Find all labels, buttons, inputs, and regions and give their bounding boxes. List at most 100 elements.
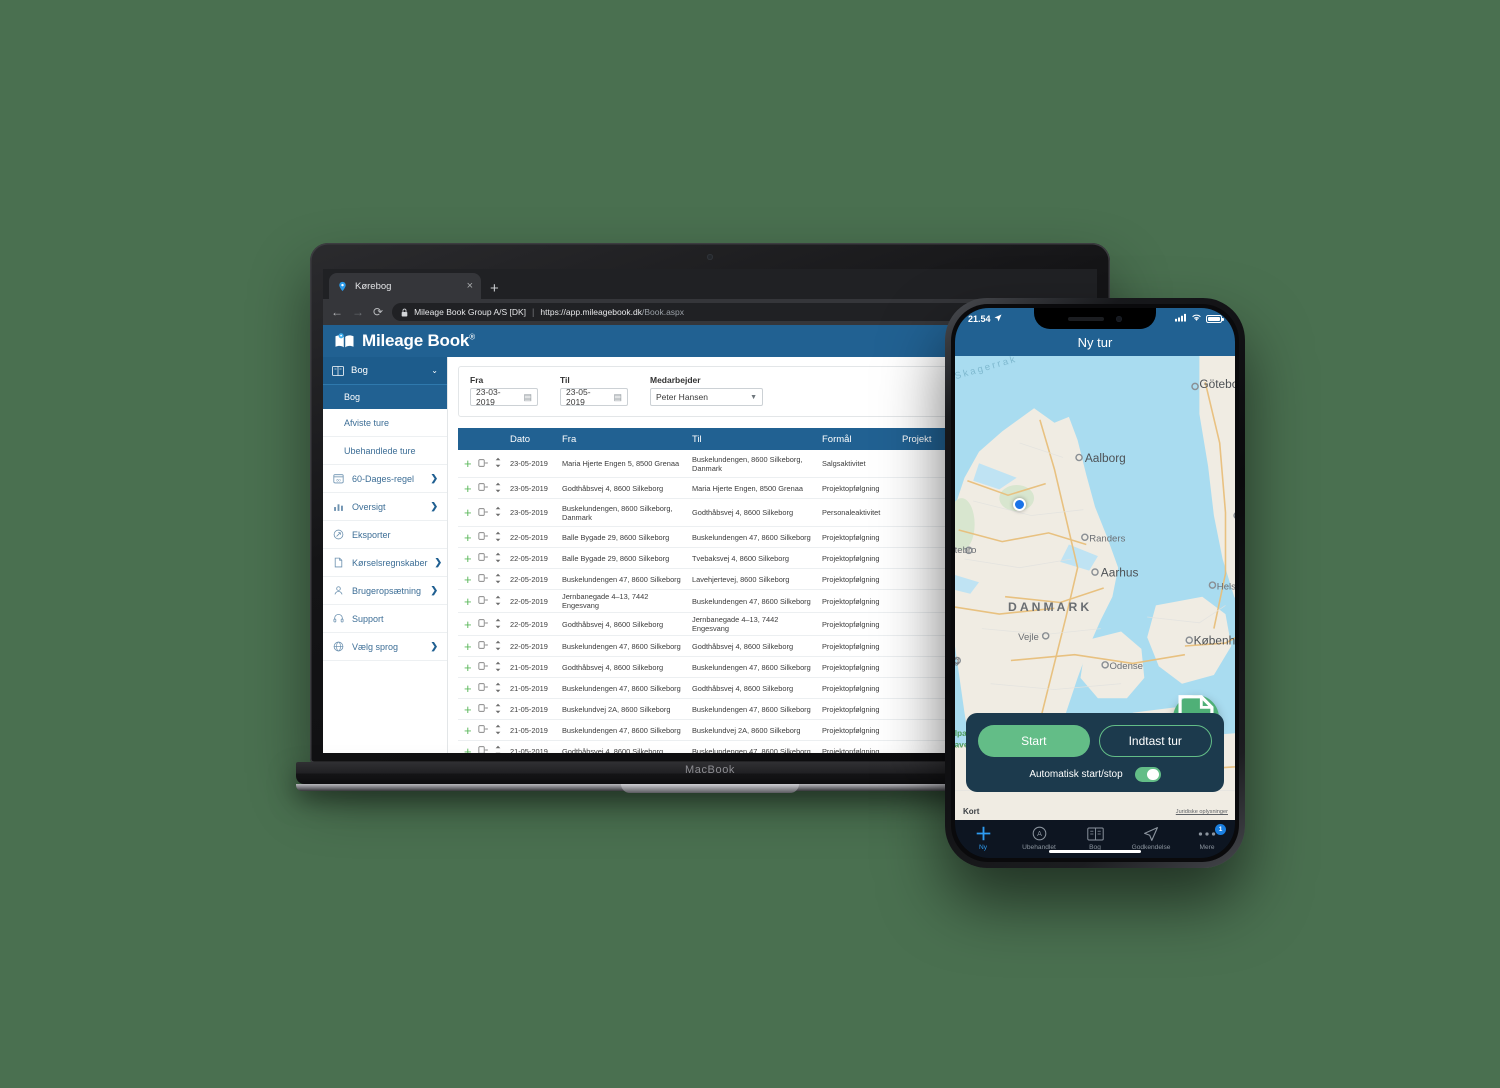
sidebar-item-bog-active[interactable]: Bog bbox=[323, 384, 447, 409]
swap-direction-icon[interactable] bbox=[494, 640, 502, 653]
legal-info-link[interactable]: Juridiske oplysninger bbox=[1176, 809, 1228, 815]
swap-direction-icon[interactable] bbox=[494, 531, 502, 544]
sidebar-item-oversigt[interactable]: Oversigt ❯ bbox=[323, 493, 447, 521]
status-right bbox=[1175, 313, 1224, 324]
back-button[interactable]: ← bbox=[331, 306, 343, 318]
sidebar-item-eksporter[interactable]: Eksporter bbox=[323, 521, 447, 549]
cell-dato: 21-05-2019 bbox=[510, 746, 548, 754]
macbook-brand-label: MacBook bbox=[684, 764, 736, 776]
table-header-til: Til bbox=[692, 433, 702, 445]
device-icon[interactable] bbox=[478, 553, 488, 563]
sidebar-item-afviste-ture[interactable]: Afviste ture bbox=[323, 409, 447, 437]
device-icon[interactable] bbox=[478, 507, 488, 518]
map-city-label: Randers bbox=[1089, 534, 1125, 545]
add-row-icon[interactable]: + bbox=[464, 745, 472, 754]
home-indicator[interactable] bbox=[1049, 849, 1141, 853]
sidebar-item-vaelg-sprog[interactable]: Vælg sprog ❯ bbox=[323, 633, 447, 661]
add-row-icon[interactable]: + bbox=[464, 506, 472, 519]
cell-formaal: Salgsaktivitet bbox=[822, 459, 866, 468]
swap-direction-icon[interactable] bbox=[494, 457, 502, 470]
device-icon[interactable] bbox=[478, 619, 488, 629]
device-icon[interactable] bbox=[478, 725, 488, 735]
add-row-icon[interactable]: + bbox=[464, 661, 472, 674]
reload-button[interactable]: ⟳ bbox=[373, 306, 383, 318]
globe-icon bbox=[332, 641, 345, 652]
sidebar-item-support[interactable]: Support bbox=[323, 605, 447, 633]
add-row-icon[interactable]: + bbox=[464, 573, 472, 586]
swap-direction-icon[interactable] bbox=[494, 745, 502, 753]
device-icon[interactable] bbox=[478, 574, 488, 584]
sidebar-item-brugeropsaetning[interactable]: Brugeropsætning ❯ bbox=[323, 577, 447, 605]
sidebar-item-label: Eksporter bbox=[352, 529, 391, 540]
cell-til: Buskelundengen 47, 8600 Silkeborg bbox=[692, 596, 811, 606]
calendar-icon[interactable]: ▤ bbox=[523, 392, 532, 403]
cell-til: Buskelundvej 2A, 8600 Silkeborg bbox=[692, 725, 801, 735]
calendar-icon[interactable]: ▤ bbox=[613, 392, 622, 403]
cell-til: Godthåbsvej 4, 8600 Silkeborg bbox=[692, 641, 794, 651]
cell-til: Buskelundengen 47, 8600 Silkeborg bbox=[692, 662, 811, 672]
swap-direction-icon[interactable] bbox=[494, 482, 502, 495]
swap-direction-icon[interactable] bbox=[494, 618, 502, 631]
forward-button[interactable]: → bbox=[352, 306, 364, 318]
start-button[interactable]: Start bbox=[978, 725, 1090, 757]
tab-bog[interactable]: Bog bbox=[1067, 825, 1123, 851]
indtast-tur-button[interactable]: Indtast tur bbox=[1098, 725, 1212, 757]
add-row-icon[interactable]: + bbox=[464, 595, 472, 608]
swap-direction-icon[interactable] bbox=[494, 595, 502, 608]
auto-start-stop-toggle[interactable] bbox=[1134, 767, 1161, 782]
swap-direction-icon[interactable] bbox=[494, 573, 502, 586]
add-row-icon[interactable]: + bbox=[464, 640, 472, 653]
add-row-icon[interactable]: + bbox=[464, 552, 472, 565]
add-row-icon[interactable]: + bbox=[464, 618, 472, 631]
browser-tab[interactable]: Kørebog × bbox=[329, 273, 481, 299]
add-row-icon[interactable]: + bbox=[464, 457, 472, 470]
map-view[interactable]: Skagerrak DANMARK Nationalpark Vadehavet bbox=[955, 356, 1235, 820]
tab-godkendelse[interactable]: Godkendelse bbox=[1123, 825, 1179, 851]
table-header-dato: Dato bbox=[510, 433, 531, 445]
swap-direction-icon[interactable] bbox=[494, 552, 502, 565]
device-icon[interactable] bbox=[478, 683, 488, 693]
sidebar-item-60-dages-regel[interactable]: 60 60-Dages-regel ❯ bbox=[323, 465, 447, 493]
sidebar-item-ubehandlede-ture[interactable]: Ubehandlede ture bbox=[323, 437, 447, 465]
cellular-signal-icon bbox=[1175, 313, 1187, 324]
sidebar-item-label: Kørselsregnskaber bbox=[352, 557, 428, 568]
map-country-label: DANMARK bbox=[1008, 600, 1092, 614]
sidebar-item-korselsregnskaber[interactable]: Kørselsregnskaber ❯ bbox=[323, 549, 447, 577]
add-row-icon[interactable]: + bbox=[464, 724, 472, 737]
browser-tab-title: Kørebog bbox=[355, 280, 392, 292]
filter-fra-input[interactable]: 23-03-2019 ▤ bbox=[470, 387, 538, 407]
sidebar-header-bog[interactable]: Bog ⌄ bbox=[323, 357, 447, 384]
add-row-icon[interactable]: + bbox=[464, 703, 472, 716]
device-icon[interactable] bbox=[478, 662, 488, 672]
device-icon[interactable] bbox=[478, 483, 488, 493]
add-row-icon[interactable]: + bbox=[464, 682, 472, 695]
paper-plane-icon bbox=[1143, 825, 1159, 842]
tab-mere[interactable]: Mere 1 bbox=[1179, 824, 1235, 851]
device-icon[interactable] bbox=[478, 532, 488, 542]
chevron-right-icon: ❯ bbox=[430, 473, 438, 483]
add-row-icon[interactable]: + bbox=[464, 531, 472, 544]
device-icon[interactable] bbox=[478, 458, 488, 469]
swap-direction-icon[interactable] bbox=[494, 724, 502, 737]
device-icon[interactable] bbox=[478, 596, 488, 606]
filter-fra: Fra 23-03-2019 ▤ bbox=[470, 375, 538, 407]
filter-medarbejder-label: Medarbejder bbox=[650, 375, 701, 385]
swap-direction-icon[interactable] bbox=[494, 661, 502, 674]
tab-ny[interactable]: Ny bbox=[955, 825, 1011, 851]
swap-direction-icon[interactable] bbox=[494, 682, 502, 695]
device-icon[interactable] bbox=[478, 746, 488, 753]
close-tab-icon[interactable]: × bbox=[467, 280, 473, 292]
device-icon[interactable] bbox=[478, 641, 488, 651]
add-row-icon[interactable]: + bbox=[464, 482, 472, 495]
tab-ubehandlet[interactable]: A Ubehandlet bbox=[1011, 825, 1067, 851]
filter-til-input[interactable]: 23-05-2019 ▤ bbox=[560, 387, 628, 407]
export-icon bbox=[332, 529, 345, 540]
swap-direction-icon[interactable] bbox=[494, 506, 502, 519]
book-icon bbox=[332, 365, 344, 376]
new-tab-button[interactable]: + bbox=[490, 281, 499, 296]
device-icon[interactable] bbox=[478, 704, 488, 714]
front-camera-icon bbox=[1116, 315, 1122, 322]
swap-direction-icon[interactable] bbox=[494, 703, 502, 716]
filter-medarbejder-select[interactable]: Peter Hansen ▼ bbox=[650, 388, 763, 406]
ellipsis-icon bbox=[1198, 825, 1216, 842]
